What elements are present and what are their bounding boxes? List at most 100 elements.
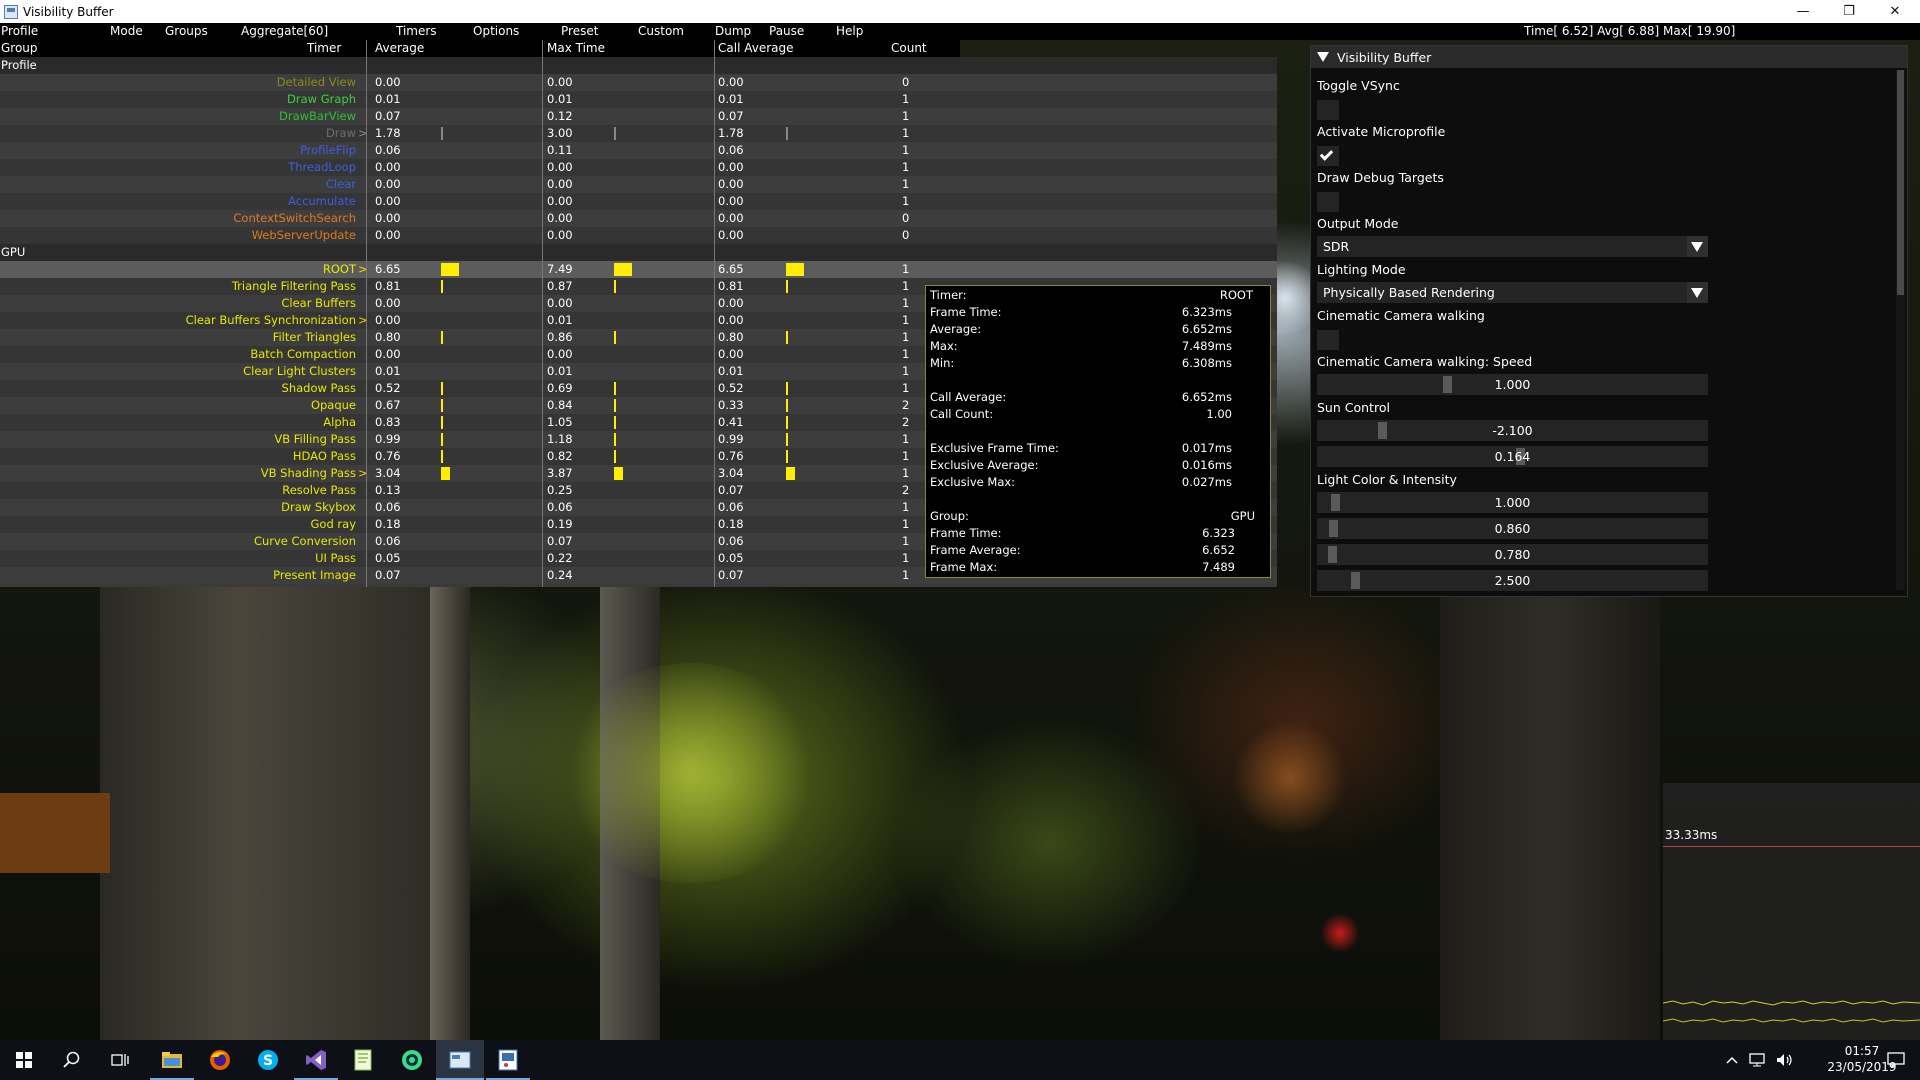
panel-scrollbar[interactable] [1896, 70, 1905, 590]
count-value: 1 [902, 568, 910, 582]
tooltip-key: Frame Time: [930, 526, 1002, 540]
timer-row[interactable]: WebServerUpdate 0.00 0.00 0.00 0 [0, 227, 1277, 244]
menu-mode[interactable]: Mode [110, 24, 143, 38]
light-red-slider[interactable]: 1.000 [1317, 492, 1708, 513]
camera-speed-slider[interactable]: 1.000 [1317, 374, 1708, 395]
panel-title: Visibility Buffer [1337, 49, 1432, 65]
toggle-vsync-checkbox[interactable] [1317, 100, 1339, 120]
menu-groups[interactable]: Groups [165, 24, 208, 38]
visual-studio-button[interactable] [292, 1040, 340, 1080]
max-time-value: 0.00 [547, 211, 573, 225]
timer-row[interactable]: Draw >1.78 3.00 1.78 1 [0, 125, 1277, 142]
camera-speed-value: 1.000 [1494, 377, 1531, 392]
red-flower [1320, 913, 1360, 953]
menu-timers[interactable]: Timers [396, 24, 437, 38]
dropdown-arrow-icon[interactable] [1687, 282, 1708, 303]
menu-dump[interactable]: Dump [715, 24, 751, 38]
col-timer[interactable]: Timer [307, 41, 341, 55]
average-value: 0.00 [375, 194, 401, 208]
max-time-value: 0.19 [547, 517, 573, 531]
menu-options[interactable]: Options [473, 24, 519, 38]
tooltip-value: 1.00 [1206, 407, 1232, 421]
timer-row[interactable]: Accumulate 0.00 0.00 0.00 1 [0, 193, 1277, 210]
firefox-button[interactable] [196, 1040, 244, 1080]
android-studio-button[interactable] [388, 1040, 436, 1080]
search-button[interactable] [48, 1040, 96, 1080]
menu-pause[interactable]: Pause [769, 24, 804, 38]
close-button[interactable]: ✕ [1872, 0, 1918, 23]
menu-aggregate[interactable]: Aggregate[60] [241, 24, 328, 38]
max-time-value: 0.00 [547, 160, 573, 174]
max-time-value: 3.87 [547, 466, 573, 480]
timer-row[interactable]: DrawBarView 0.07 0.12 0.07 1 [0, 108, 1277, 125]
col-call-average[interactable]: Call Average [718, 41, 794, 55]
start-button[interactable] [0, 1040, 48, 1080]
skype-button[interactable]: S [244, 1040, 292, 1080]
timer-name: ThreadLoop [288, 160, 356, 174]
dropdown-arrow-icon[interactable] [1687, 236, 1708, 257]
timer-bar [441, 450, 443, 463]
timer-row[interactable]: ROOT >6.65 7.49 6.65 1 [0, 261, 1277, 278]
action-center-button[interactable] [1872, 1040, 1920, 1080]
count-value: 1 [902, 500, 910, 514]
scrollbar-thumb[interactable] [1897, 70, 1904, 295]
col-group[interactable]: Group [1, 41, 38, 55]
tooltip-timer-label: Timer: [930, 288, 967, 302]
col-average[interactable]: Average [375, 41, 424, 55]
max-time-value: 0.87 [547, 279, 573, 293]
timer-row[interactable]: ContextSwitchSearch 0.00 0.00 0.00 0 [0, 210, 1277, 227]
max-time-value: 0.00 [547, 228, 573, 242]
average-value: 3.04 [375, 466, 401, 480]
restore-button[interactable]: ❐ [1826, 0, 1872, 23]
call-average-value: 0.01 [718, 92, 744, 106]
light-blue-slider[interactable]: 0.780 [1317, 544, 1708, 565]
timer-bar [786, 331, 788, 344]
col-max-time[interactable]: Max Time [547, 41, 605, 55]
visibility-buffer-taskbar-button[interactable] [436, 1040, 484, 1080]
sun-control-y-slider[interactable]: 0.164 [1317, 446, 1708, 467]
timer-bar [786, 399, 788, 412]
call-average-value: 1.78 [718, 126, 744, 140]
output-mode-dropdown[interactable]: SDR [1317, 236, 1708, 257]
group-header[interactable]: GPU [0, 244, 1277, 261]
timer-name: Resolve Pass [282, 483, 356, 497]
timer-row[interactable]: Detailed View 0.00 0.00 0.00 0 [0, 74, 1277, 91]
count-value: 1 [902, 534, 910, 548]
timer-row[interactable]: Draw Graph 0.01 0.01 0.01 1 [0, 91, 1277, 108]
menu-help[interactable]: Help [836, 24, 863, 38]
network-button[interactable] [1745, 1040, 1771, 1080]
file-explorer-button[interactable] [148, 1040, 196, 1080]
panel-titlebar[interactable]: Visibility Buffer [1311, 46, 1907, 68]
cinematic-camera-checkbox[interactable] [1317, 330, 1339, 350]
sun-control-x-slider[interactable]: -2.100 [1317, 420, 1708, 441]
notepad-plus-button[interactable] [340, 1040, 388, 1080]
paint-button[interactable] [484, 1040, 532, 1080]
minimize-button[interactable]: — [1780, 0, 1826, 23]
network-icon [1749, 1053, 1765, 1067]
light-intensity-slider[interactable]: 2.500 [1317, 570, 1708, 591]
menu-preset[interactable]: Preset [561, 24, 598, 38]
average-value: 0.01 [375, 92, 401, 106]
volume-button[interactable] [1772, 1040, 1798, 1080]
frame-time-graph: 33.33ms [1663, 783, 1920, 1040]
lighting-mode-dropdown[interactable]: Physically Based Rendering [1317, 282, 1708, 303]
timer-bar [786, 416, 788, 429]
sun-control-x-value: -2.100 [1492, 423, 1533, 438]
tray-overflow-button[interactable] [1720, 1040, 1744, 1080]
collapse-triangle-icon[interactable] [1317, 52, 1329, 62]
timer-row[interactable]: Clear 0.00 0.00 0.00 1 [0, 176, 1277, 193]
activate-microprofile-checkbox[interactable] [1317, 146, 1339, 166]
timer-row[interactable]: ThreadLoop 0.00 0.00 0.00 1 [0, 159, 1277, 176]
menu-profile[interactable]: Profile [1, 24, 38, 38]
checkmark-icon [1319, 147, 1334, 161]
draw-debug-targets-checkbox[interactable] [1317, 192, 1339, 212]
timer-row[interactable]: ProfileFlip 0.06 0.11 0.06 1 [0, 142, 1277, 159]
timer-bar [441, 280, 443, 293]
light-green-slider[interactable]: 0.860 [1317, 518, 1708, 539]
task-view-button[interactable] [96, 1040, 144, 1080]
group-header[interactable]: Profile [0, 57, 1277, 74]
toggle-vsync-label: Toggle VSync [1317, 78, 1400, 93]
col-count[interactable]: Count [891, 41, 927, 55]
timer-bar [441, 382, 443, 395]
menu-custom[interactable]: Custom [638, 24, 684, 38]
